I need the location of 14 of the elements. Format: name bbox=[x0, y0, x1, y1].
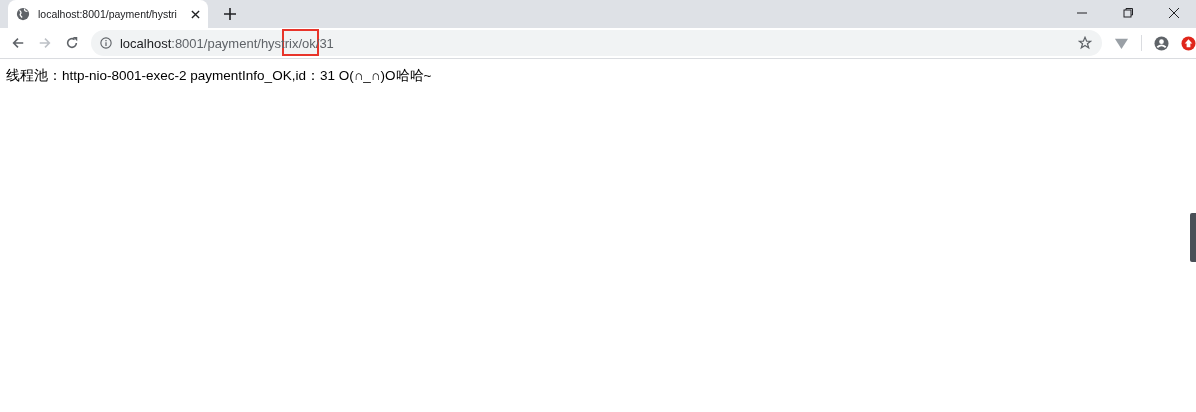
close-icon[interactable] bbox=[1168, 7, 1180, 19]
globe-icon bbox=[16, 7, 30, 21]
restore-icon[interactable] bbox=[1122, 7, 1134, 19]
back-icon[interactable] bbox=[11, 36, 25, 50]
close-icon[interactable] bbox=[191, 9, 200, 19]
side-handle[interactable] bbox=[1190, 213, 1196, 262]
new-tab-icon[interactable] bbox=[224, 8, 236, 20]
reload-icon[interactable] bbox=[64, 36, 79, 50]
browser-tab[interactable]: localhost:8001/payment/hystri bbox=[8, 0, 208, 28]
extension-icon[interactable] bbox=[1181, 35, 1196, 51]
profile-icon[interactable] bbox=[1154, 35, 1169, 51]
page-text: 线程池：http-nio-8001-exec-2 paymentInfo_OK,id：31 O(∩_∩)O哈哈~ bbox=[6, 68, 432, 83]
star-icon[interactable] bbox=[1078, 36, 1093, 50]
info-icon[interactable] bbox=[99, 37, 112, 49]
